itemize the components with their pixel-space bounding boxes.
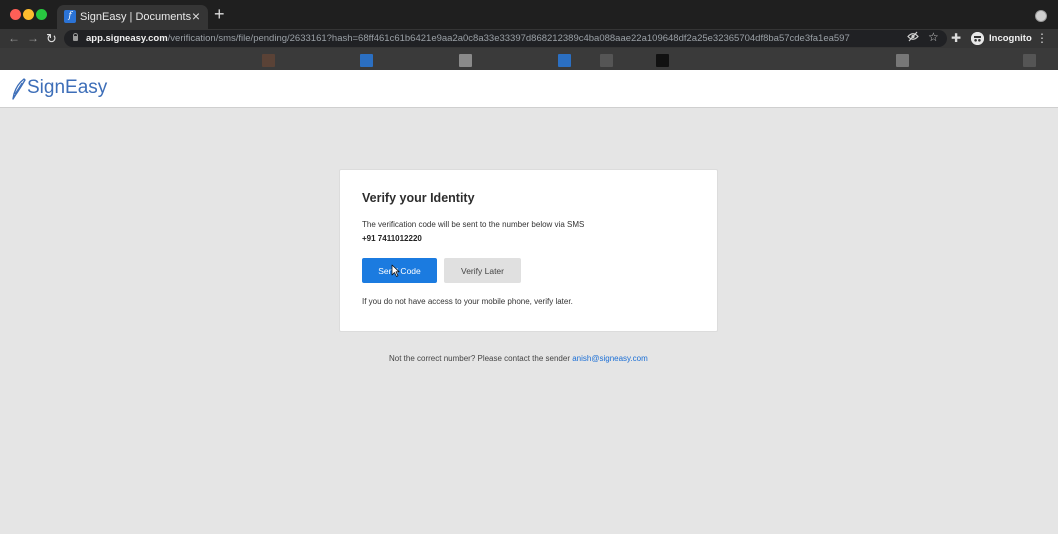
menu-icon[interactable]: ⋮ xyxy=(1036,29,1048,48)
bookmark-star-icon[interactable]: ☆ xyxy=(928,30,939,44)
account-dot-icon[interactable] xyxy=(1035,10,1047,22)
tab-close-icon[interactable]: × xyxy=(192,8,200,24)
verify-later-button[interactable]: Verify Later xyxy=(444,258,521,283)
close-window-button[interactable] xyxy=(10,9,21,20)
bookmark-icon[interactable] xyxy=(360,54,373,67)
card-title: Verify your Identity xyxy=(362,191,475,205)
send-code-button[interactable]: Send Code xyxy=(362,258,437,283)
back-icon[interactable]: ← xyxy=(8,29,20,48)
address-bar[interactable]: app.signeasy.com/verification/sms/file/p… xyxy=(64,30,947,47)
verify-identity-card: Verify your Identity The verification co… xyxy=(339,169,718,332)
bookmark-icon[interactable] xyxy=(1023,54,1036,67)
forward-icon[interactable]: → xyxy=(27,29,39,48)
app-header: SignEasy xyxy=(0,70,1058,108)
signeasy-logo-text[interactable]: SignEasy xyxy=(27,77,107,99)
signeasy-pen-logo-icon[interactable] xyxy=(11,78,27,100)
bookmark-icon[interactable] xyxy=(600,54,613,67)
bookmark-icon[interactable] xyxy=(459,54,472,67)
browser-titlebar: 𝑓 SignEasy | Documents × + xyxy=(0,0,1058,29)
contact-sender-text: Not the correct number? Please contact t… xyxy=(389,354,573,363)
sender-email-link[interactable]: anish@signeasy.com xyxy=(572,354,648,363)
bookmark-icon[interactable] xyxy=(896,54,909,67)
access-note: If you do not have access to your mobile… xyxy=(362,297,573,306)
url-path: /verification/sms/file/pending/2633161?h… xyxy=(167,33,850,44)
reload-icon[interactable]: ↻ xyxy=(46,29,57,48)
lock-icon[interactable] xyxy=(73,33,78,41)
incognito-icon[interactable] xyxy=(971,32,984,45)
browser-toolbar: ← → ↻ app.signeasy.com/verification/sms/… xyxy=(0,29,1058,48)
incognito-label[interactable]: Incognito xyxy=(989,29,1032,48)
bookmarks-bar xyxy=(0,48,1058,70)
maximize-window-button[interactable] xyxy=(36,9,47,20)
bookmark-icon[interactable] xyxy=(262,54,275,67)
minimize-window-button[interactable] xyxy=(23,9,34,20)
new-tab-button[interactable]: + xyxy=(214,5,225,23)
bookmark-icon[interactable] xyxy=(656,54,669,67)
tab-title: SignEasy | Documents xyxy=(80,11,192,23)
phone-number: +91 7411012220 xyxy=(362,234,422,243)
verification-description: The verification code will be sent to th… xyxy=(362,220,585,229)
eye-off-icon[interactable] xyxy=(907,31,919,45)
signeasy-favicon-icon: 𝑓 xyxy=(64,10,76,23)
extensions-icon[interactable]: ✚ xyxy=(951,29,961,48)
url-host: app.signeasy.com xyxy=(86,33,168,44)
contact-sender-note: Not the correct number? Please contact t… xyxy=(389,354,648,363)
bookmark-icon[interactable] xyxy=(558,54,571,67)
browser-tab[interactable]: 𝑓 SignEasy | Documents × xyxy=(57,5,208,29)
url-text[interactable]: app.signeasy.com/verification/sms/file/p… xyxy=(86,32,850,45)
